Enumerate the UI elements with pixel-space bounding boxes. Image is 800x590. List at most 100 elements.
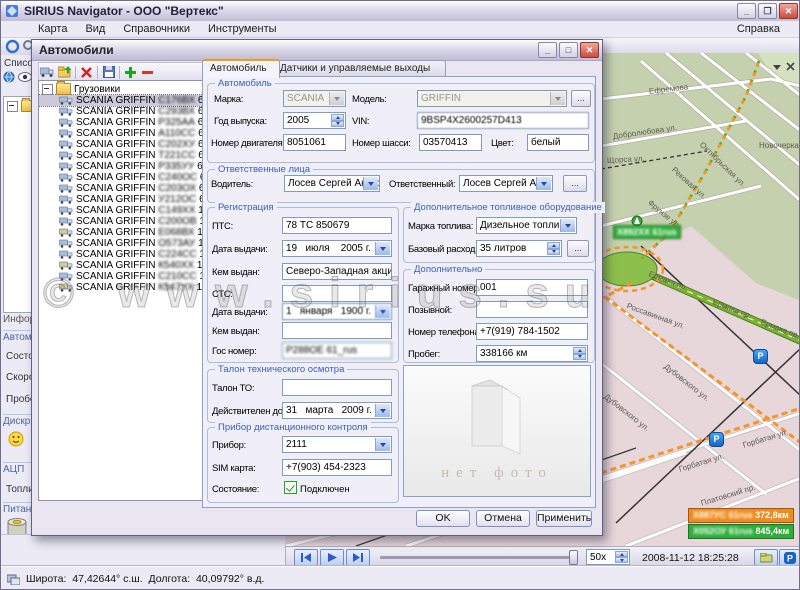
refresh-icon[interactable] bbox=[5, 39, 20, 54]
menu-view[interactable]: Вид bbox=[76, 22, 114, 36]
timeline-slider-thumb[interactable] bbox=[569, 550, 578, 565]
add-icon[interactable] bbox=[122, 65, 139, 80]
issued-by2-field[interactable] bbox=[282, 322, 392, 339]
tree-item-vehicle[interactable]: SCANIA GRIFFIN С210СС 161rus bbox=[39, 271, 203, 282]
track-folder-button[interactable] bbox=[754, 549, 778, 566]
tree-item-vehicle[interactable]: SCANIA GRIFFIN Т221СС 61rus bbox=[39, 150, 203, 161]
globe-icon[interactable] bbox=[3, 71, 15, 83]
truck-icon bbox=[59, 162, 73, 171]
eye-icon[interactable] bbox=[18, 72, 32, 82]
apply-button[interactable]: Применить bbox=[536, 510, 592, 527]
smiley-icon bbox=[8, 431, 24, 447]
dialog-maximize-button[interactable]: □ bbox=[559, 42, 578, 58]
tree-item-vehicle[interactable]: SCANIA GRIFFIN С200ОВ 161rus bbox=[39, 216, 203, 227]
remove-icon[interactable] bbox=[139, 65, 156, 80]
inspection-ticket-field[interactable] bbox=[282, 379, 392, 396]
tree-item-vehicle[interactable]: SCANIA GRIFFIN О573АУ 161rus bbox=[39, 238, 203, 249]
fuel-brand-select[interactable]: Дизельное топливо bbox=[476, 217, 577, 234]
delete-icon[interactable] bbox=[78, 65, 95, 80]
tree-item-vehicle[interactable]: SCANIA GRIFFIN С240ОС 61rus bbox=[39, 172, 203, 183]
mileage-stepper[interactable]: 338166 км bbox=[476, 345, 588, 362]
color-field[interactable]: белый bbox=[527, 134, 589, 151]
fuel-more-button[interactable]: ... bbox=[567, 240, 589, 257]
tree-item-label: SCANIA GRIFFIN К547УХ 161rus bbox=[76, 282, 204, 293]
vehicle-tree[interactable]: Грузовики SCANIA GRIFFIN С176ВХ 61rus bbox=[38, 80, 204, 501]
map-collapse-icon[interactable] bbox=[772, 63, 782, 71]
cancel-button[interactable]: Отмена bbox=[476, 510, 530, 527]
parking-icon[interactable]: P bbox=[709, 432, 724, 447]
menu-directories[interactable]: Справочники bbox=[114, 22, 199, 36]
tree-item-vehicle[interactable]: SCANIA GRIFFIN Р335УУ 61rus bbox=[39, 161, 203, 172]
issued-by-field[interactable]: Северо-Западная акцизная т bbox=[282, 263, 392, 280]
callsign-field[interactable] bbox=[476, 301, 588, 318]
menu-help[interactable]: Справка bbox=[728, 22, 789, 36]
issue-date2-select[interactable]: 1 января 1900 г. bbox=[282, 303, 392, 320]
device-select[interactable]: 2111 bbox=[282, 436, 392, 453]
ok-button[interactable]: OK bbox=[416, 510, 470, 527]
speed-stepper[interactable]: 50x bbox=[586, 549, 630, 565]
tree-item-vehicle[interactable]: SCANIA GRIFFIN С202ХУ 61rus bbox=[39, 139, 203, 150]
phone-field[interactable]: +7(919) 784-1502 bbox=[476, 323, 588, 340]
connected-checkbox[interactable] bbox=[284, 481, 297, 494]
tree-item-vehicle[interactable]: SCANIA GRIFFIN Р325АА 61rus bbox=[39, 117, 203, 128]
tree-item-vehicle[interactable]: SCANIA GRIFFIN К547УХ 161rus bbox=[39, 282, 203, 293]
tree-item-vehicle[interactable]: SCANIA GRIFFIN С149ХХ 161rus bbox=[39, 205, 203, 216]
base-rate-stepper[interactable]: 35 литров bbox=[476, 240, 562, 257]
skip-forward-button[interactable] bbox=[346, 549, 370, 566]
parking-list-button[interactable]: P bbox=[779, 549, 800, 566]
tree-item-label: SCANIA GRIFFIN С149ХХ 161rus bbox=[76, 205, 204, 216]
tab-vehicle[interactable]: Автомобиль bbox=[202, 59, 280, 78]
tree-item-vehicle[interactable]: SCANIA GRIFFIN С293ВХ 61rus bbox=[39, 106, 203, 117]
pts-field[interactable]: 78 ТС 850679 bbox=[282, 217, 392, 234]
vehicle-map-label[interactable]: Х892ХХ 61rus bbox=[613, 225, 681, 239]
tree-item-vehicle[interactable]: SCANIA GRIFFIN С176ВХ 61rus bbox=[39, 95, 203, 106]
valid-until-select[interactable]: 31 марта 2009 г. bbox=[282, 402, 392, 419]
persons-more-button[interactable]: ... bbox=[563, 175, 587, 192]
tree-item-vehicle[interactable]: SCANIA GRIFFIN К540ХХ 161rus bbox=[39, 260, 203, 271]
tree-item-vehicle[interactable]: SCANIA GRIFFIN У212ОС 61rus bbox=[39, 194, 203, 205]
dialog-minimize-button[interactable]: _ bbox=[538, 42, 557, 58]
minimize-button[interactable]: _ bbox=[737, 3, 756, 19]
folder-up-icon[interactable] bbox=[56, 65, 73, 80]
timeline-slider[interactable] bbox=[380, 556, 578, 559]
year-stepper[interactable]: 2005 bbox=[283, 112, 346, 129]
restore-button[interactable]: ❐ bbox=[758, 3, 777, 19]
close-button[interactable]: ✕ bbox=[779, 3, 798, 19]
save-icon[interactable] bbox=[100, 65, 117, 80]
truck-icon bbox=[59, 129, 73, 138]
brand-select[interactable]: SCANIA bbox=[283, 90, 346, 107]
sts-field[interactable] bbox=[282, 285, 392, 302]
driver-select[interactable]: Лосев Сергей Анатольевич bbox=[284, 175, 380, 192]
tree-root[interactable]: Грузовики bbox=[39, 83, 203, 95]
chassis-number-field[interactable]: 03570413 bbox=[419, 134, 482, 151]
plate-field[interactable]: Р288ОЕ 61_rus bbox=[282, 342, 392, 359]
play-button[interactable] bbox=[320, 549, 344, 566]
status-bar: Широта: 47,42644° с.ш. Долгота: 40,09792… bbox=[1, 566, 800, 590]
tree-item-vehicle[interactable]: SCANIA GRIFFIN Е068ВХ 161rus bbox=[39, 227, 203, 238]
garage-number-field[interactable]: 001 bbox=[476, 279, 588, 296]
track-label-orange[interactable]: Х887УС 61rus 372,8км bbox=[688, 508, 794, 523]
engine-number-field[interactable]: 8051061 bbox=[283, 134, 346, 151]
map-close-icon[interactable] bbox=[786, 62, 795, 71]
issued-by-label: Кем выдан: bbox=[212, 267, 260, 278]
model-select[interactable]: GRIFFIN bbox=[417, 90, 567, 107]
tree-item-vehicle[interactable]: SCANIA GRIFFIN А110СС 61rus bbox=[39, 128, 203, 139]
menu-tools[interactable]: Инструменты bbox=[199, 22, 286, 36]
tree-item-vehicle[interactable]: SCANIA GRIFFIN С224СС 161rus bbox=[39, 249, 203, 260]
dialog-close-button[interactable]: ✕ bbox=[580, 42, 599, 58]
skip-back-button[interactable] bbox=[294, 549, 318, 566]
vehicle-list-icon[interactable] bbox=[39, 65, 56, 80]
model-more-button[interactable]: ... bbox=[571, 90, 591, 107]
tab-sensors[interactable]: Датчики и управляемые выходы bbox=[272, 60, 446, 77]
collapse-icon[interactable] bbox=[42, 84, 53, 95]
vin-field[interactable]: 9BSP4X2600257D413 bbox=[417, 112, 589, 129]
issue-date-select[interactable]: 19 июля 2005 г. bbox=[282, 240, 392, 257]
menu-map[interactable]: Карта bbox=[29, 22, 76, 36]
responsible-select[interactable]: Лосев Сергей Анатольевич bbox=[459, 175, 553, 192]
collapse-icon[interactable] bbox=[7, 101, 18, 112]
truck-icon bbox=[59, 140, 73, 149]
parking-icon[interactable]: P bbox=[753, 349, 768, 364]
sim-field[interactable]: +7(903) 454-2323 bbox=[282, 459, 392, 476]
track-label-green[interactable]: Х052ОУ 61rus 845,4км bbox=[688, 524, 794, 539]
tree-item-vehicle[interactable]: SCANIA GRIFFIN С203ОХ 61rus bbox=[39, 183, 203, 194]
